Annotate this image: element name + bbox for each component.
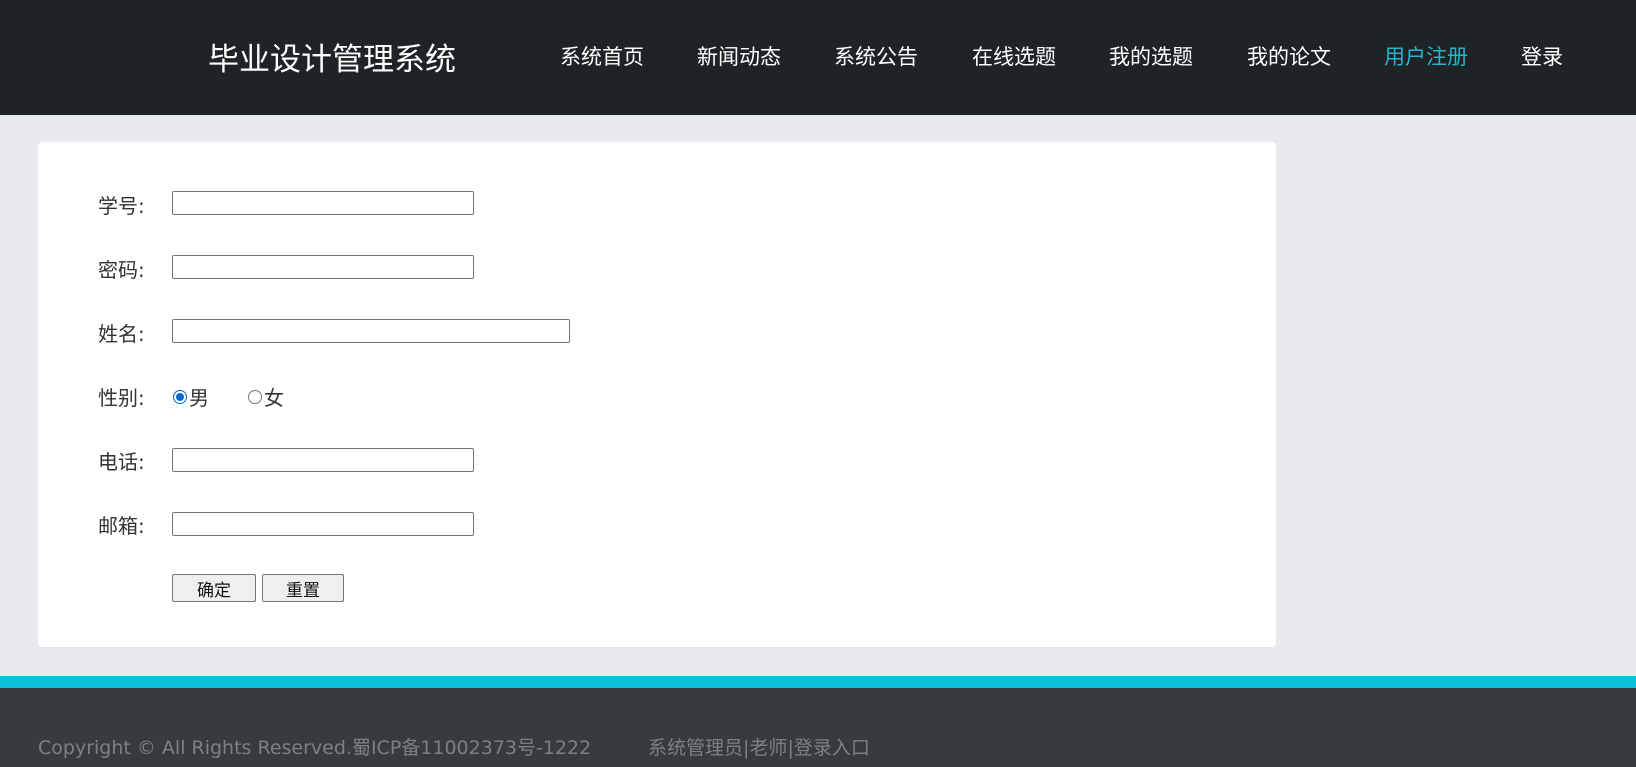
nav-item-my-topics[interactable]: 我的选题: [1109, 41, 1193, 71]
footer-links: 系统管理员|老师|登录入口: [648, 733, 870, 760]
radio-male-checked-icon[interactable]: [173, 389, 187, 404]
radio-female-icon[interactable]: [248, 389, 262, 404]
reset-button[interactable]: 重置: [262, 574, 344, 602]
footer-link-teacher[interactable]: 老师: [749, 737, 787, 759]
main-nav: 系统首页 新闻动态 系统公告 在线选题 我的选题 我的论文 用户注册 登录: [0, 41, 1636, 71]
name-label: 姓名:: [98, 322, 145, 346]
submit-button[interactable]: 确定: [172, 574, 256, 602]
phone-label: 电话:: [98, 450, 145, 474]
phone-input[interactable]: [172, 448, 474, 472]
nav-item-news[interactable]: 新闻动态: [697, 41, 781, 71]
nav-item-home[interactable]: 系统首页: [560, 41, 644, 71]
student-id-label: 学号:: [98, 194, 145, 218]
nav-item-register[interactable]: 用户注册: [1384, 41, 1468, 71]
footer-copyright: Copyright © All Rights Reserved.蜀ICP备110…: [38, 737, 592, 759]
nav-item-announcements[interactable]: 系统公告: [834, 41, 918, 71]
gender-male-text: 男: [189, 386, 209, 410]
top-header: 毕业设计管理系统 系统首页 新闻动态 系统公告 在线选题 我的选题 我的论文 用…: [0, 0, 1636, 115]
email-input[interactable]: [172, 512, 474, 536]
gender-option-female[interactable]: 女: [248, 382, 284, 411]
name-input[interactable]: [172, 319, 570, 343]
gender-option-male[interactable]: 男: [173, 382, 209, 411]
nav-item-login[interactable]: 登录: [1521, 41, 1563, 71]
registration-form: [38, 142, 1276, 647]
nav-item-my-thesis[interactable]: 我的论文: [1247, 41, 1331, 71]
footer-link-login-entry[interactable]: 登录入口: [794, 737, 870, 759]
nav-item-topic-selection[interactable]: 在线选题: [972, 41, 1056, 71]
email-label: 邮箱:: [98, 514, 145, 538]
footer-link-admin[interactable]: 系统管理员: [648, 737, 743, 759]
footer-accent-stripe: [0, 676, 1636, 688]
student-id-input[interactable]: [172, 191, 474, 215]
password-label: 密码:: [98, 258, 145, 282]
password-input[interactable]: [172, 255, 474, 279]
gender-label: 性别:: [98, 386, 145, 410]
gender-female-text: 女: [264, 386, 284, 410]
